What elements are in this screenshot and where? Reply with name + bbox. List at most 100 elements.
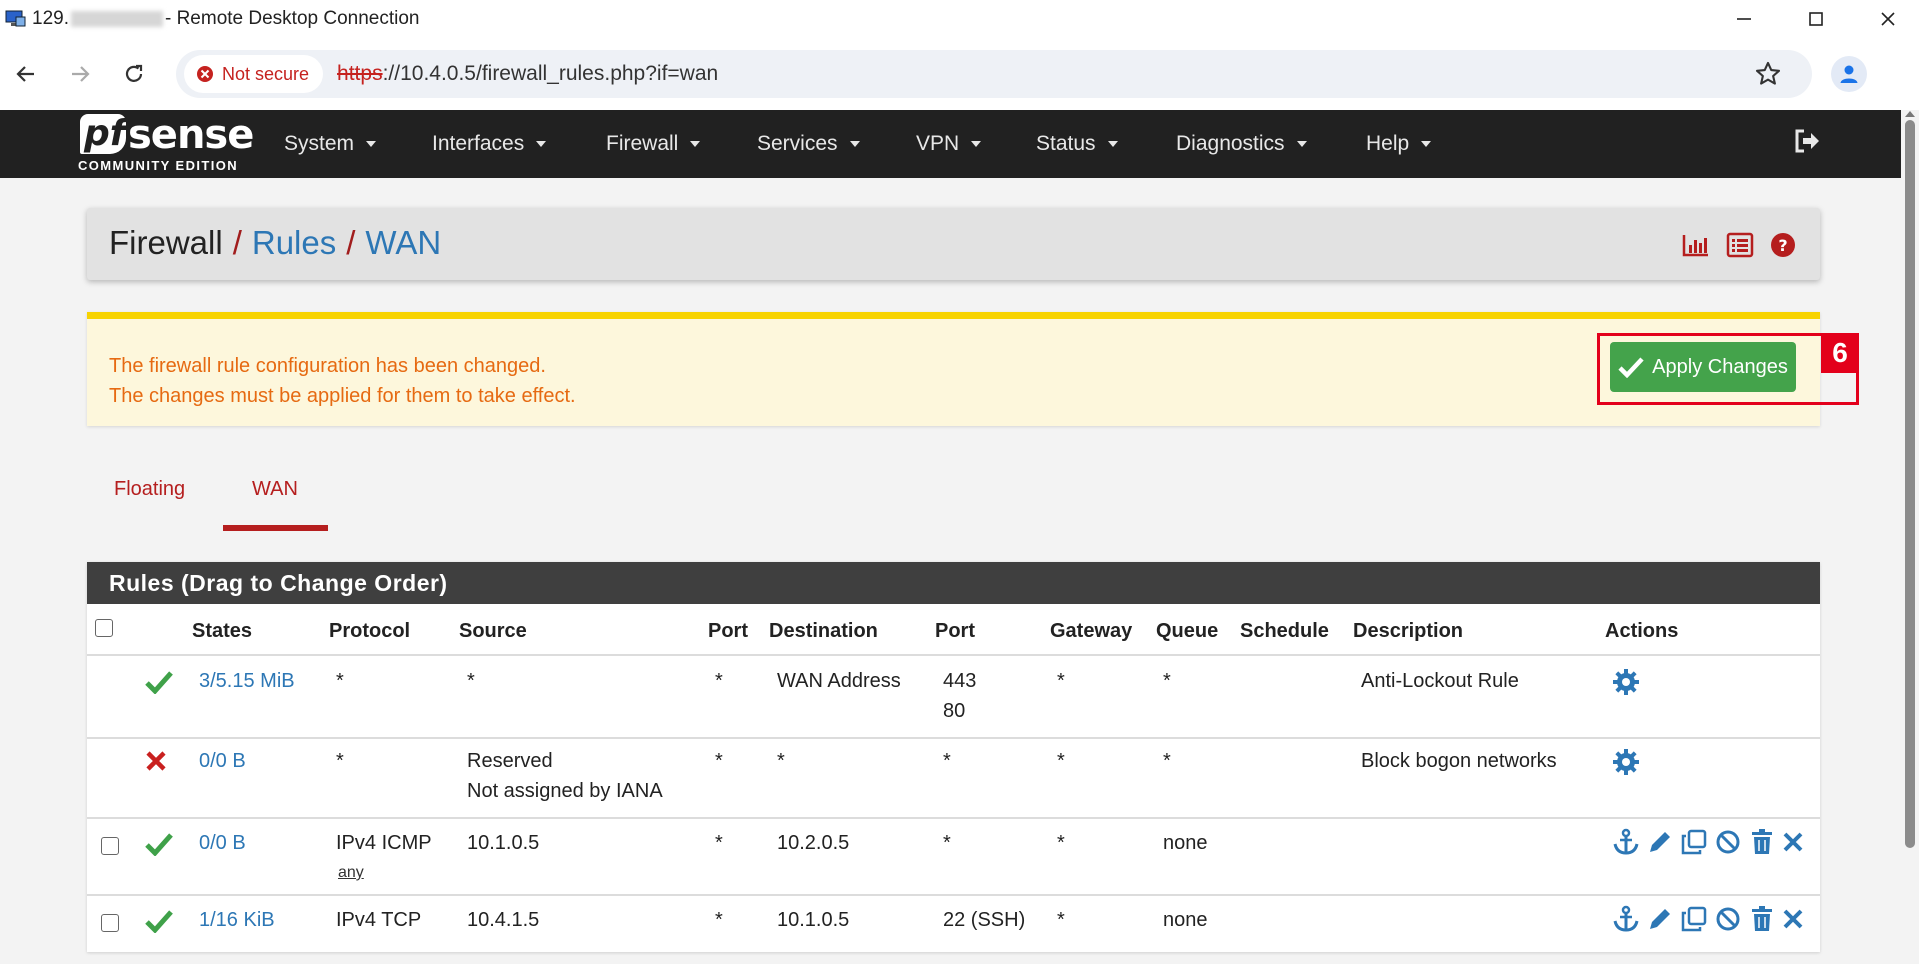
annotation-highlight-box bbox=[1597, 333, 1859, 405]
alert-line-2: The changes must be applied for them to … bbox=[109, 385, 576, 407]
nav-firewall-label: Firewall bbox=[606, 132, 679, 155]
row-select-checkbox[interactable] bbox=[101, 914, 119, 932]
disable-icon[interactable] bbox=[1714, 828, 1742, 856]
breadcrumb: Firewall / Rules / WAN bbox=[109, 224, 441, 262]
block-x-icon bbox=[146, 751, 166, 771]
back-button[interactable] bbox=[6, 54, 46, 94]
breadcrumb-separator: / bbox=[232, 224, 242, 261]
copy-icon[interactable] bbox=[1680, 905, 1708, 933]
row-destination-port: 443 bbox=[943, 670, 977, 692]
col-source-port: Port bbox=[708, 620, 748, 642]
row-queue: * bbox=[1163, 750, 1171, 772]
gear-icon[interactable] bbox=[1612, 748, 1640, 776]
nav-system[interactable]: System bbox=[284, 110, 377, 178]
url-text[interactable]: https://10.4.0.5/firewall_rules.php?if=w… bbox=[337, 62, 718, 86]
pfsense-logo[interactable]: pf sense COMMUNITY EDITION bbox=[78, 112, 254, 176]
nav-firewall[interactable]: Firewall bbox=[606, 110, 701, 178]
minimize-button[interactable] bbox=[1710, 0, 1778, 38]
profile-button[interactable] bbox=[1831, 56, 1867, 92]
close-window-button[interactable] bbox=[1854, 0, 1919, 38]
pencil-icon[interactable] bbox=[1646, 828, 1674, 856]
security-chip[interactable]: Not secure bbox=[184, 55, 324, 93]
row-destination-port-extra: 80 bbox=[943, 700, 966, 722]
row-source: * bbox=[467, 670, 475, 692]
header-divider bbox=[87, 654, 1820, 656]
row-source-port: * bbox=[715, 750, 723, 772]
row-gateway: * bbox=[1057, 750, 1065, 772]
nav-diagnostics[interactable]: Diagnostics bbox=[1176, 110, 1307, 178]
nav-help[interactable]: Help bbox=[1366, 110, 1432, 178]
breadcrumb-separator: / bbox=[346, 224, 356, 261]
nav-status[interactable]: Status bbox=[1036, 110, 1118, 178]
nav-interfaces[interactable]: Interfaces bbox=[432, 110, 547, 178]
row-destination: WAN Address bbox=[777, 670, 901, 692]
delete-x-icon[interactable] bbox=[1782, 905, 1804, 933]
window-title-suffix: - Remote Desktop Connection bbox=[164, 8, 420, 29]
disable-icon[interactable] bbox=[1714, 905, 1742, 933]
pencil-icon[interactable] bbox=[1646, 905, 1674, 933]
row-description: Block bogon networks bbox=[1361, 750, 1557, 772]
nav-services[interactable]: Services bbox=[757, 110, 860, 178]
nav-interfaces-label: Interfaces bbox=[432, 132, 525, 155]
anchor-icon[interactable] bbox=[1612, 905, 1640, 933]
row-states-link[interactable]: 0/0 B bbox=[199, 746, 246, 776]
logout-button[interactable] bbox=[1792, 126, 1822, 161]
bookmark-star-button[interactable] bbox=[1754, 60, 1782, 93]
scroll-up-icon[interactable] bbox=[1905, 110, 1915, 118]
col-source: Source bbox=[459, 620, 527, 642]
row-gateway: * bbox=[1057, 909, 1065, 931]
row-description: Anti-Lockout Rule bbox=[1361, 670, 1519, 692]
col-queue: Queue bbox=[1156, 620, 1219, 642]
forward-button[interactable] bbox=[60, 54, 100, 94]
trash-icon[interactable] bbox=[1748, 828, 1776, 856]
maximize-button[interactable] bbox=[1782, 0, 1850, 38]
delete-x-icon[interactable] bbox=[1782, 828, 1804, 856]
address-bar[interactable]: Not secure https://10.4.0.5/firewall_rul… bbox=[176, 50, 1812, 98]
row-states-link[interactable]: 0/0 B bbox=[199, 828, 246, 858]
row-destination: * bbox=[777, 750, 785, 772]
row-protocol: * bbox=[336, 670, 344, 692]
row-queue: * bbox=[1163, 670, 1171, 692]
redacted-host bbox=[70, 10, 163, 27]
tab-wan[interactable]: WAN bbox=[252, 478, 298, 501]
col-schedule: Schedule bbox=[1240, 620, 1329, 642]
row-icmp-type-link[interactable]: any bbox=[338, 858, 364, 888]
help-icon[interactable]: ? bbox=[1770, 232, 1796, 258]
row-select-checkbox[interactable] bbox=[101, 837, 119, 855]
page-scrollbar[interactable] bbox=[1901, 110, 1919, 964]
list-icon[interactable] bbox=[1726, 232, 1754, 258]
window-title: 129. - Remote Desktop Connection bbox=[32, 8, 420, 30]
arrow-right-icon bbox=[72, 66, 90, 82]
col-destination: Destination bbox=[769, 620, 878, 642]
caret-down-icon bbox=[1296, 141, 1307, 147]
pf-logo-mark: pf bbox=[80, 114, 126, 154]
gear-icon[interactable] bbox=[1612, 668, 1640, 696]
nav-diagnostics-label: Diagnostics bbox=[1176, 132, 1285, 155]
row-states-link[interactable]: 1/16 KiB bbox=[199, 905, 275, 935]
window-title-prefix: 129. bbox=[32, 8, 69, 29]
anchor-icon[interactable] bbox=[1612, 828, 1640, 856]
scrollbar-thumb[interactable] bbox=[1905, 120, 1915, 848]
remote-desktop-icon bbox=[4, 9, 26, 29]
svg-text:?: ? bbox=[1778, 236, 1787, 255]
select-all-checkbox[interactable] bbox=[95, 619, 113, 637]
breadcrumb-wan-link[interactable]: WAN bbox=[365, 224, 441, 262]
rules-table: Rules (Drag to Change Order) States Prot… bbox=[87, 562, 1820, 952]
row-protocol: IPv4 ICMP bbox=[336, 832, 432, 854]
pass-check-icon bbox=[145, 833, 173, 856]
tab-floating[interactable]: Floating bbox=[114, 478, 185, 501]
trash-icon[interactable] bbox=[1748, 905, 1776, 933]
nav-vpn[interactable]: VPN bbox=[916, 110, 982, 178]
row-states-link[interactable]: 3/5.15 MiB bbox=[199, 666, 295, 696]
copy-icon[interactable] bbox=[1680, 828, 1708, 856]
row-destination: 10.1.0.5 bbox=[777, 909, 850, 931]
row-source-port: * bbox=[715, 832, 723, 854]
bar-chart-icon[interactable] bbox=[1682, 232, 1710, 258]
reload-button[interactable] bbox=[114, 54, 154, 94]
star-icon bbox=[1755, 61, 1781, 85]
row-protocol: * bbox=[336, 750, 344, 772]
security-label: Not secure bbox=[222, 63, 310, 84]
sense-logo-text: sense bbox=[128, 112, 254, 158]
breadcrumb-rules-link[interactable]: Rules bbox=[252, 224, 336, 262]
row-source: 10.4.1.5 bbox=[467, 909, 540, 931]
